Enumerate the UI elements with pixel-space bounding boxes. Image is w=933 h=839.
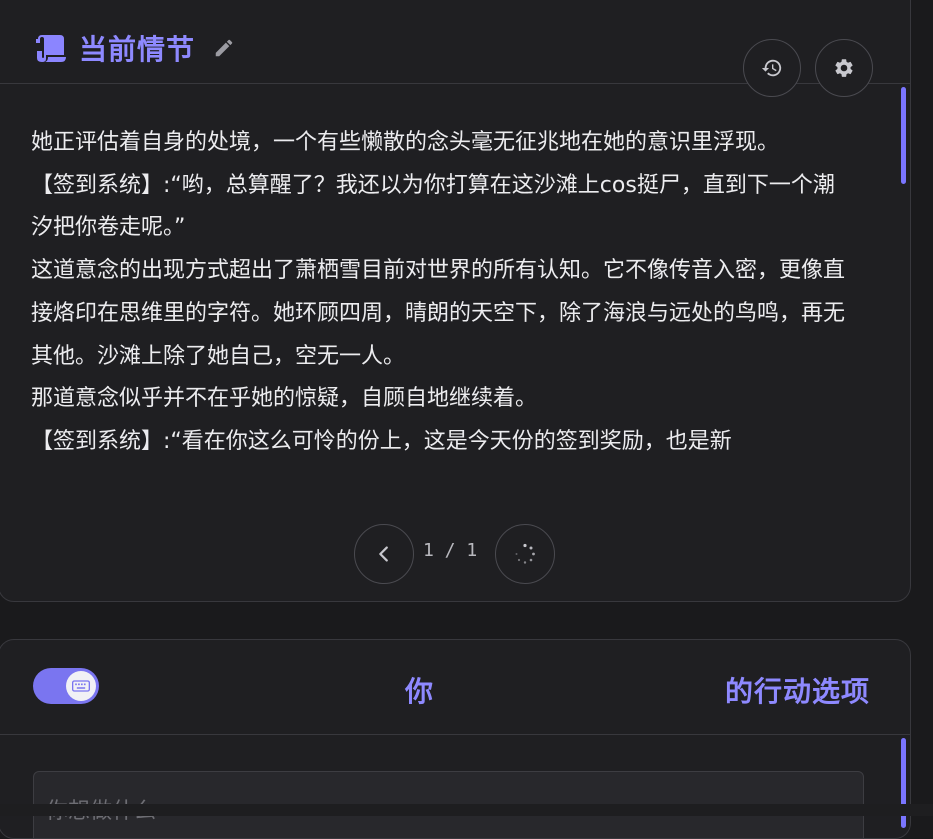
pencil-icon[interactable] [213,37,235,59]
action-title-options: 的行动选项 [725,675,871,708]
keyboard-icon [72,680,90,692]
action-title-you: 你 [405,675,434,708]
scroll-icon [36,35,66,62]
story-header: 当前情节 [0,1,910,97]
story-panel: 当前情节 她正评估着自身的处境，一个有些懒散的念头毫无征兆地在她的意识里浮现。 … [0,0,911,602]
story-title: 当前情节 [79,33,196,66]
regenerate-button[interactable] [495,524,555,584]
toggle-knob [66,671,96,701]
story-title-wrap: 当前情节 [33,28,235,68]
story-text: 她正评估着自身的处境，一个有些懒散的念头毫无征兆地在她的意识里浮现。 【签到系统… [31,122,846,486]
pager: 1 / 1 [0,524,910,584]
chevron-left-icon [379,546,388,562]
bottom-shade [0,804,933,816]
story-paragraph: 【签到系统】:“哟，总算醒了？我还以为你打算在这沙滩上cos挺尸，直到下一个潮汐… [31,172,835,241]
story-paragraph: 她正评估着自身的处境，一个有些懒散的念头毫无征兆地在她的意识里浮现。 [31,130,780,155]
history-icon [761,59,782,77]
action-header: 你 的行动选项 [0,640,910,735]
story-paragraph: 【签到系统】:“看在你这么可怜的份上，这是今天份的签到奖励，也是新 [31,428,732,454]
spinner-icon [515,543,535,564]
story-body[interactable]: 她正评估着自身的处境，一个有些懒散的念头毫无征兆地在她的意识里浮现。 【签到系统… [0,84,910,504]
page-indicator: 1 / 1 [423,540,478,561]
story-scrollbar[interactable] [901,87,906,184]
input-mode-toggle[interactable] [33,668,99,704]
story-paragraph: 这道意念的出现方式超出了萧栖雪目前对世界的所有认知。它不像传音入密，更像直接烙印… [31,258,846,369]
story-paragraph: 那道意念似乎并不在乎她的惊疑，自顾自地继续着。 [31,386,538,412]
gear-icon [835,59,853,77]
prev-page-button[interactable] [354,524,414,584]
